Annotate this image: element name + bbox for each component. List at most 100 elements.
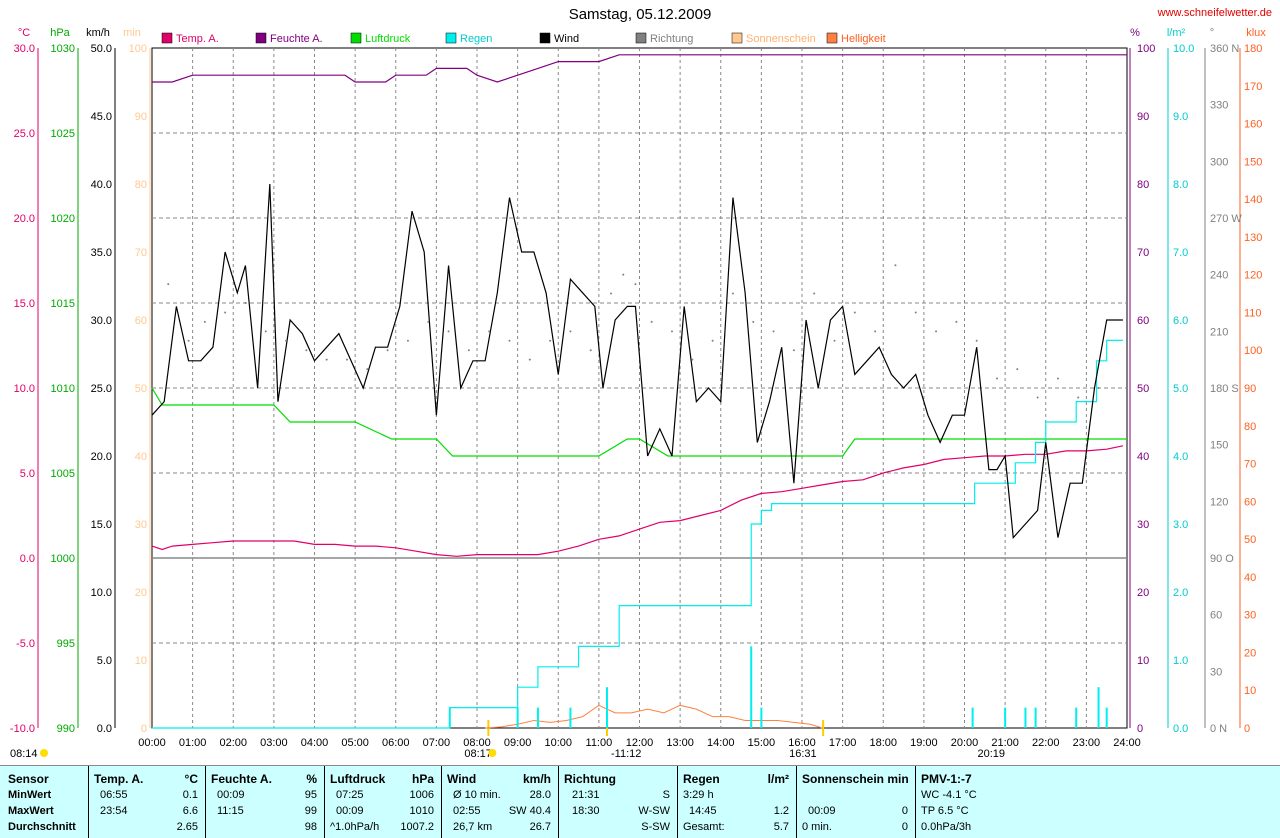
legend-swatch [539,32,551,44]
tick-label-time: 19:00 [910,737,938,749]
wind-title: Wind [447,772,477,786]
direction-point [975,339,978,342]
direction-point [1077,396,1080,399]
tick-label-time: 24:00 [1113,737,1141,749]
press-avg: 1007.2 [400,821,434,833]
dir-max: W-SW [638,805,670,817]
tick-label-dir: 150 [1210,440,1228,452]
direction-point [167,283,170,286]
wind-avg: 26.7 [529,821,551,833]
sun-total-label: 0 min. [802,821,832,833]
tick-label-lux: 70 [1244,459,1256,471]
tick-label-lux: 100 [1244,345,1262,357]
direction-point [792,349,795,352]
direction-point [508,339,511,342]
tick-label-press: 1000 [51,553,75,565]
sun-max: 0 [901,805,908,817]
hum-max: 99 [304,805,317,817]
weather-chart: Samstag, 05.12.2009 www.schneifelwetter.d… [10,6,1272,760]
col-separator [441,766,442,838]
direction-point [285,339,288,342]
tick-label-time: 14:00 [707,737,735,749]
chart-title: Samstag, 05.12.2009 [569,6,712,23]
summary-sunshine: Sonnenschein min 00:09 0 0 min. 0 [798,766,914,838]
direction-point [305,349,308,352]
rain-bar [750,646,753,728]
direction-point [203,320,206,323]
tick-label-wind: 5.0 [97,655,112,667]
legend-swatch [445,32,457,44]
tick-label-rain: 10.0 [1173,43,1194,55]
tick-label-lux: 90 [1244,383,1256,395]
legend-label: Feuchte A. [270,33,323,45]
tick-label-rain: 4.0 [1173,451,1188,463]
col-separator [677,766,678,838]
tick-label-time: 13:00 [666,737,694,749]
tick-label-temp: 30.0 [14,43,35,55]
press-title: Luftdruck [330,772,386,786]
summary-labels: Sensor MinWert MaxWert Durchschnitt [8,766,88,838]
direction-point [853,311,856,314]
tick-label-wind: 15.0 [91,519,112,531]
tick-label-time: 10:00 [544,737,572,749]
tick-label-lux: 0 [1244,723,1250,735]
rain-bar [1024,707,1027,728]
col-separator [324,766,325,838]
hum-avg: 98 [304,821,317,833]
tick-label-temp: -5.0 [16,638,35,650]
direction-point [1097,387,1100,389]
direction-point [224,311,227,314]
tick-label-sun: 50 [135,383,147,395]
tick-label-sun: 10 [135,655,147,667]
marker-noon: -11:12 [611,748,641,760]
tick-label-sun: 20 [135,587,147,599]
tick-label-press: 1015 [51,298,75,310]
direction-point [528,358,531,361]
temp-max: 6.6 [182,805,198,817]
rain-bar [569,707,572,728]
summary-temp: Temp. A. °C 06:55 0.1 23:54 6.6 2.65 [90,766,204,838]
wind-min-label: Ø 10 min. [453,789,501,801]
tick-label-lux: 20 [1244,647,1256,659]
axis-unit-temp: °C [18,27,30,39]
direction-point [731,292,734,295]
wind-max-time: 02:55 [453,805,481,817]
direction-point [264,330,267,333]
axis-unit-lux: klux [1246,27,1266,39]
tick-label-wind: 45.0 [91,111,112,123]
row-label-sensor: Sensor [8,772,49,786]
direction-point [996,377,998,380]
marker-moon: 20:19 [978,748,1006,760]
press-max-time: 00:09 [336,805,364,817]
direction-point [447,330,450,333]
press-trend: ^1.0hPa/h [330,821,380,833]
row-label-min: MinWert [8,789,52,801]
rain-bar [516,707,519,728]
pmv-windchill: WC -4.1 °C [921,789,977,801]
tick-label-dir: 0 N [1210,723,1227,735]
sun-total: 0 [901,821,908,833]
rain-duration: 3:29 h [683,789,714,801]
tick-label-dir: 360 N [1210,43,1239,55]
rain-bar [1004,707,1007,728]
tick-label-hum: 10 [1137,655,1149,667]
direction-point [634,283,637,286]
direction-point [813,292,816,295]
tick-label-lux: 80 [1244,421,1256,433]
site-url: www.schneifelwetter.de [1157,7,1272,19]
marker-sunset: 16:31 [789,748,817,760]
tick-label-time: 05:00 [341,737,369,749]
direction-point [467,349,470,352]
tick-label-press: 1020 [51,213,75,225]
legend-label: Temp. A. [176,33,219,45]
sunrise-icon [488,749,497,757]
direction-point [610,292,613,295]
tick-label-dir: 120 [1210,496,1228,508]
press-unit: hPa [411,772,434,786]
col-separator [88,766,89,838]
press-min: 1006 [409,789,434,801]
wind-unit: km/h [522,772,551,786]
tick-label-time: 00:00 [138,737,166,749]
direction-point [366,368,369,371]
direction-point [772,330,775,333]
